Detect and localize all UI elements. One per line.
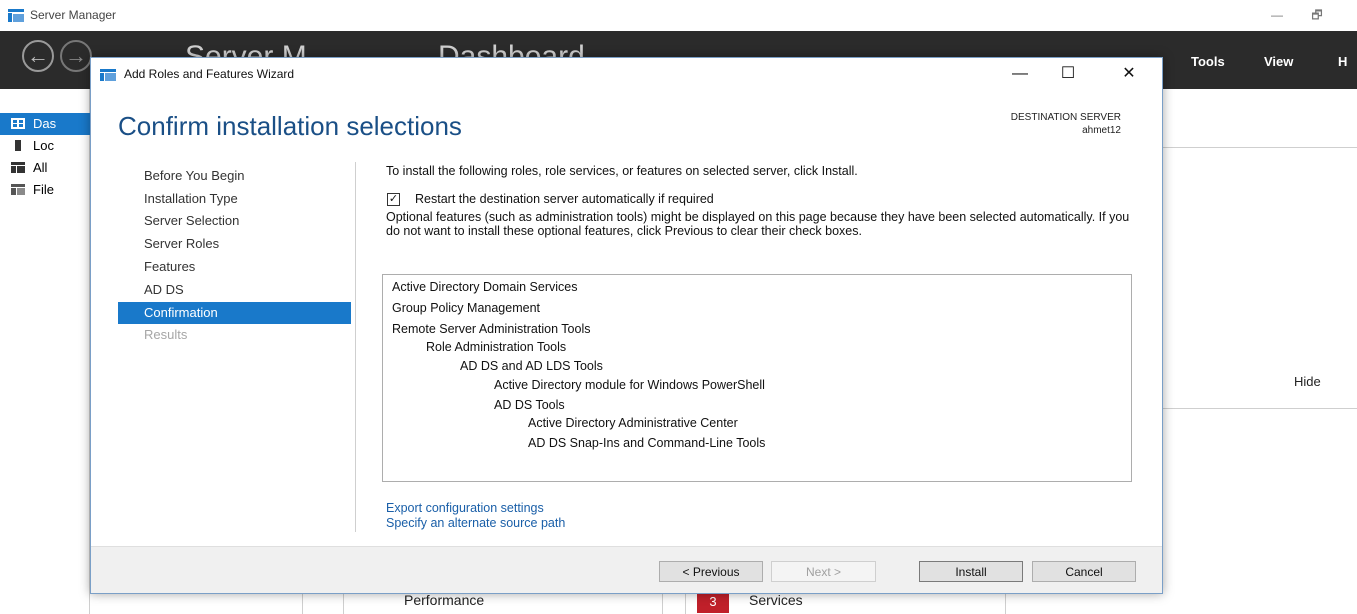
wizard-app-icon: [100, 69, 116, 81]
sidebar-item-file-services[interactable]: File: [0, 179, 90, 201]
tile-border: [662, 594, 663, 614]
list-item: AD DS Snap-Ins and Command-Line Tools: [528, 436, 766, 450]
list-item: Active Directory Administrative Center: [528, 416, 738, 430]
list-item: Group Policy Management: [392, 301, 540, 315]
tile-border: [343, 594, 344, 614]
server-manager-titlebar: Server Manager — 🗗: [0, 0, 1357, 31]
add-roles-wizard-dialog: Add Roles and Features Wizard — ☐ ✕ Conf…: [90, 57, 1163, 594]
sidebar-item-dashboard[interactable]: Das: [0, 113, 90, 135]
list-item: Role Administration Tools: [426, 340, 567, 354]
restore-button[interactable]: 🗗: [1297, 4, 1337, 26]
next-button: Next >: [771, 561, 876, 582]
nav-before-you-begin[interactable]: Before You Begin: [118, 165, 351, 187]
all-servers-icon: [11, 162, 25, 173]
server-manager-app-icon: [8, 9, 24, 22]
services-tile-label[interactable]: Services: [749, 592, 803, 608]
nav-results: Results: [144, 327, 188, 342]
wizard-title: Add Roles and Features Wizard: [124, 67, 295, 81]
forward-arrow-icon[interactable]: →: [60, 40, 92, 72]
wizard-titlebar[interactable]: Add Roles and Features Wizard — ☐ ✕: [91, 58, 1162, 90]
page-title: Confirm installation selections: [118, 111, 462, 141]
back-arrow-icon[interactable]: ←: [22, 40, 54, 72]
tile-border: [1005, 594, 1006, 614]
list-item: AD DS Tools: [494, 398, 565, 412]
destination-server-name: ahmet12: [1082, 125, 1121, 136]
restart-checkbox[interactable]: ✓: [387, 193, 400, 206]
nav-server-roles[interactable]: Server Roles: [118, 233, 351, 255]
nav-confirmation[interactable]: Confirmation: [118, 302, 351, 324]
local-server-icon: [15, 140, 21, 151]
nav-divider: [355, 162, 356, 532]
sidebar-item-label: File: [33, 182, 54, 197]
destination-server-label: DESTINATION SERVER: [1010, 112, 1121, 123]
cancel-button[interactable]: Cancel: [1032, 561, 1136, 582]
tile-border: [685, 594, 686, 614]
export-configuration-link[interactable]: Export configuration settings: [386, 501, 544, 515]
list-item: Remote Server Administration Tools: [392, 322, 591, 336]
menu-help[interactable]: H: [1338, 54, 1347, 69]
nav-installation-type[interactable]: Installation Type: [118, 188, 351, 210]
list-item: AD DS and AD LDS Tools: [460, 359, 603, 373]
wizard-minimize-button[interactable]: —: [997, 61, 1043, 87]
previous-button[interactable]: < Previous: [659, 561, 763, 582]
selections-list[interactable]: Active Directory Domain Services Group P…: [382, 274, 1132, 482]
server-manager-title: Server Manager: [30, 8, 117, 22]
sidebar-item-all-servers[interactable]: All: [0, 157, 90, 179]
minimize-button[interactable]: —: [1257, 4, 1297, 26]
sidebar-item-label: Das: [33, 116, 57, 131]
sidebar-item-local-server[interactable]: Loc: [0, 135, 90, 157]
sidebar-item-label: All: [33, 160, 48, 175]
alternate-source-path-link[interactable]: Specify an alternate source path: [386, 516, 565, 530]
performance-tile-label[interactable]: Performance: [404, 592, 484, 608]
menu-tools[interactable]: Tools: [1191, 54, 1225, 69]
hide-link[interactable]: Hide: [1294, 374, 1321, 389]
list-item: Active Directory Domain Services: [392, 280, 578, 294]
nav-features[interactable]: Features: [118, 256, 351, 278]
optional-features-note: Optional features (such as administratio…: [386, 210, 1130, 238]
file-services-icon: [11, 184, 25, 195]
panel-divider: [1163, 408, 1357, 409]
nav-ad-ds[interactable]: AD DS: [118, 279, 351, 301]
list-item: Active Directory module for Windows Powe…: [494, 378, 765, 392]
dashboard-icon: [11, 118, 25, 129]
instructions-text: To install the following roles, role ser…: [386, 164, 858, 178]
sidebar-item-label: Loc: [33, 138, 54, 153]
tile-border: [302, 594, 303, 614]
wizard-maximize-button[interactable]: ☐: [1045, 61, 1091, 87]
panel-divider: [1163, 147, 1357, 148]
menu-view[interactable]: View: [1264, 54, 1293, 69]
wizard-close-button[interactable]: ✕: [1106, 61, 1152, 87]
install-button[interactable]: Install: [919, 561, 1023, 582]
nav-server-selection[interactable]: Server Selection: [118, 210, 351, 232]
server-manager-sidebar: Das Loc All File: [0, 89, 90, 614]
services-count-badge: 3: [697, 591, 729, 613]
restart-checkbox-label[interactable]: Restart the destination server automatic…: [415, 192, 714, 206]
